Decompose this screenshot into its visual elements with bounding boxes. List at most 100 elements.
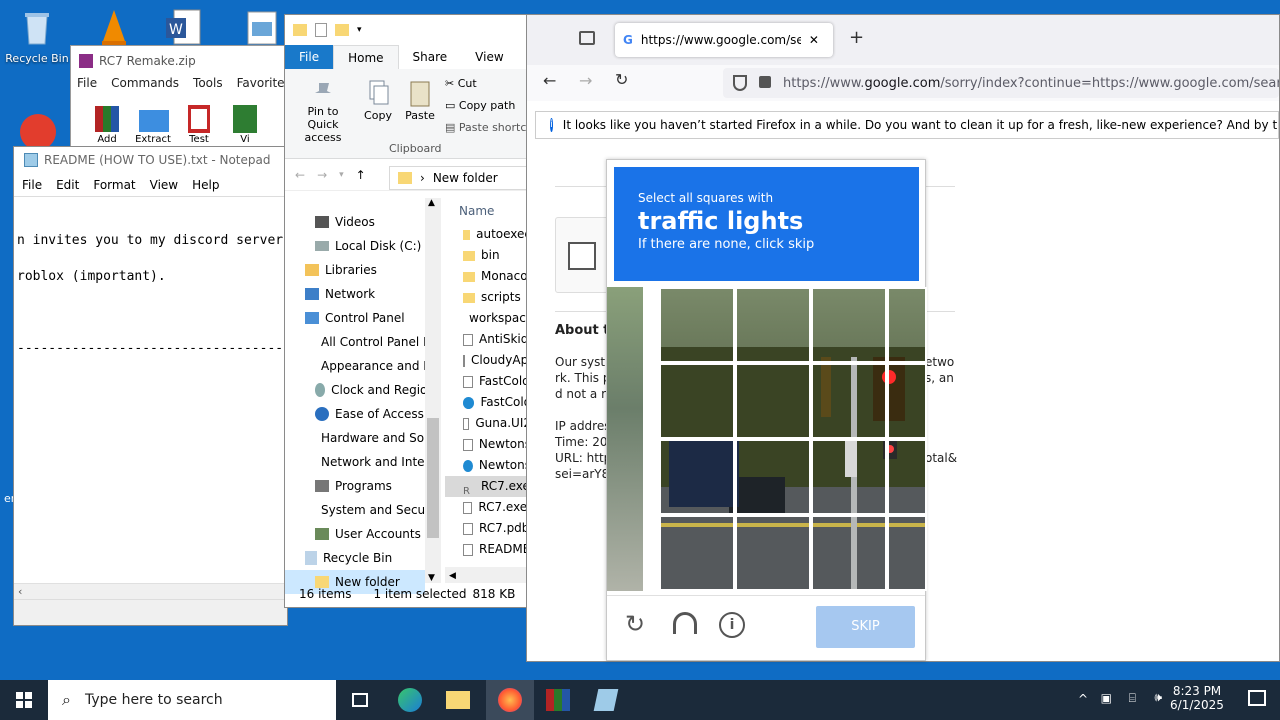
back-arrow-icon[interactable]: ← — [295, 168, 305, 182]
lock-icon[interactable] — [759, 76, 771, 88]
nav-item-local-disk[interactable]: Local Disk (C:) — [315, 234, 435, 258]
nav-item-hardware-sound[interactable]: Hardware and Sound — [315, 426, 435, 450]
menu-edit[interactable]: Edit — [56, 173, 79, 196]
recaptcha-checkbox[interactable] — [568, 242, 596, 270]
file-row[interactable]: workspace — [445, 308, 531, 329]
menu-format[interactable]: Format — [93, 173, 135, 196]
taskbar-file-explorer[interactable] — [434, 680, 482, 720]
skip-button[interactable]: SKIP — [816, 606, 915, 648]
tab-share[interactable]: Share — [399, 45, 462, 69]
scroll-up-icon[interactable]: ▲ — [428, 198, 435, 208]
file-row[interactable]: CloudyApi — [445, 350, 531, 371]
nav-item-network[interactable]: Network — [305, 282, 425, 306]
file-row[interactable]: FastColo — [445, 371, 531, 392]
word-document-icon[interactable]: W — [164, 8, 204, 48]
reload-icon[interactable]: ↻ — [615, 70, 628, 89]
properties-icon[interactable] — [315, 23, 327, 37]
tab-view[interactable]: View — [461, 45, 517, 69]
taskbar-firefox[interactable] — [486, 680, 534, 720]
taskbar-notepad[interactable] — [582, 680, 630, 720]
chevron-down-icon[interactable]: ▾ — [357, 25, 362, 35]
back-arrow-icon[interactable]: ← — [543, 71, 556, 90]
taskbar-search[interactable]: ⌕ Type here to search — [48, 680, 336, 720]
file-row[interactable]: Newtons — [445, 434, 531, 455]
grid-tile[interactable] — [659, 515, 735, 591]
nav-item-videos[interactable]: Videos — [315, 210, 435, 234]
volume-icon[interactable]: 🕪 — [1154, 690, 1162, 705]
nav-item-recycle-bin[interactable]: Recycle Bin — [305, 546, 425, 570]
grid-tile[interactable] — [735, 287, 811, 363]
scroll-thumb[interactable] — [427, 418, 439, 538]
menu-help[interactable]: Help — [192, 173, 219, 196]
grid-tile[interactable] — [735, 439, 811, 515]
recent-chevron-icon[interactable]: ▾ — [339, 170, 344, 180]
info-icon[interactable]: i — [719, 612, 745, 638]
nav-item-programs[interactable]: Programs — [315, 474, 435, 498]
nav-item-all-control-panel[interactable]: All Control Panel Items — [315, 330, 435, 354]
copy-path-button[interactable]: ▭ Copy path — [445, 99, 515, 112]
file-row[interactable]: FastColo — [445, 392, 531, 413]
pin-to-quick-access-button[interactable]: Pin to Quick access — [291, 79, 355, 144]
text-area[interactable]: n invites you to my discord server roblo… — [14, 199, 287, 597]
grid-tile[interactable] — [887, 287, 927, 363]
notifications-icon[interactable] — [1248, 690, 1266, 706]
chrome-like-icon[interactable] — [18, 112, 58, 150]
copy-button[interactable]: Copy — [361, 79, 395, 122]
nav-item-clock-region[interactable]: Clock and Region — [315, 378, 435, 402]
task-view-button[interactable] — [336, 680, 384, 720]
file-row[interactable]: Guna.UI2 — [445, 413, 531, 434]
menu-file[interactable]: File — [77, 76, 97, 96]
file-row[interactable]: AntiSkid — [445, 329, 531, 350]
tab-home[interactable]: Home — [333, 45, 399, 69]
grid-tile[interactable] — [735, 515, 811, 591]
paste-button[interactable]: Paste — [403, 79, 437, 122]
grid-tile[interactable] — [811, 515, 887, 591]
shield-icon[interactable] — [733, 75, 747, 91]
device-icon[interactable]: ▣ — [1101, 691, 1112, 705]
reload-icon[interactable]: ↻ — [625, 610, 645, 638]
url-bar[interactable]: https://www. google.com/sorry/index?conti… — [723, 68, 1279, 98]
breadcrumb[interactable]: New folder — [433, 171, 498, 185]
address-bar[interactable]: › New folder — [389, 166, 531, 190]
scroll-left-icon[interactable]: ◀ — [445, 571, 456, 581]
taskbar-winrar[interactable] — [534, 680, 582, 720]
nav-item-ease-of-access[interactable]: Ease of Access — [315, 402, 435, 426]
menu-commands[interactable]: Commands — [111, 76, 179, 96]
file-row[interactable]: autoexec — [445, 224, 531, 245]
file-row[interactable]: Newtons — [445, 455, 531, 476]
forward-arrow-icon[interactable]: → — [579, 71, 592, 90]
show-hidden-icons-chevron[interactable]: ^ — [1078, 692, 1088, 706]
start-button[interactable] — [0, 680, 48, 720]
grid-tile[interactable] — [811, 287, 887, 363]
nav-item-system-security[interactable]: System and Security — [315, 498, 435, 522]
image-file-icon[interactable] — [244, 8, 280, 48]
tab-file[interactable]: File — [285, 45, 334, 69]
file-row[interactable]: bin — [445, 245, 531, 266]
tab-google-search[interactable]: G https://www.google.com/search ✕ — [615, 23, 833, 57]
headphones-icon[interactable] — [673, 612, 697, 634]
grid-tile[interactable] — [659, 439, 735, 515]
taskbar-edge[interactable] — [386, 680, 434, 720]
column-header-name[interactable]: Name — [445, 198, 531, 224]
paste-shortcut-button[interactable]: ▤ Paste shortcut — [445, 121, 538, 134]
forward-arrow-icon[interactable]: → — [317, 168, 327, 182]
file-row[interactable]: RC7.exe. — [445, 497, 531, 518]
menu-view[interactable]: View — [150, 173, 178, 196]
close-icon[interactable]: ✕ — [809, 33, 819, 47]
file-row[interactable]: README — [445, 539, 531, 560]
network-icon[interactable]: ⌸ — [1129, 691, 1136, 706]
nav-item-appearance[interactable]: Appearance and Personalization — [315, 354, 435, 378]
grid-tile[interactable] — [735, 363, 811, 439]
cut-button[interactable]: ✂ Cut — [445, 77, 477, 90]
scroll-left-icon[interactable]: ‹ — [18, 585, 22, 598]
nav-item-user-accounts[interactable]: User Accounts — [315, 522, 435, 546]
horizontal-scrollbar[interactable]: ‹ — [14, 583, 287, 599]
nav-item-network-internet[interactable]: Network and Internet — [315, 450, 435, 474]
file-row[interactable]: RC7.pdb — [445, 518, 531, 539]
tab-overview-icon[interactable] — [579, 31, 595, 45]
grid-tile[interactable] — [659, 363, 735, 439]
file-row-selected[interactable]: R RC7.exe — [445, 476, 531, 497]
nav-item-libraries[interactable]: Libraries — [305, 258, 425, 282]
grid-tile[interactable] — [659, 287, 735, 363]
up-arrow-icon[interactable]: ↑ — [356, 168, 366, 182]
